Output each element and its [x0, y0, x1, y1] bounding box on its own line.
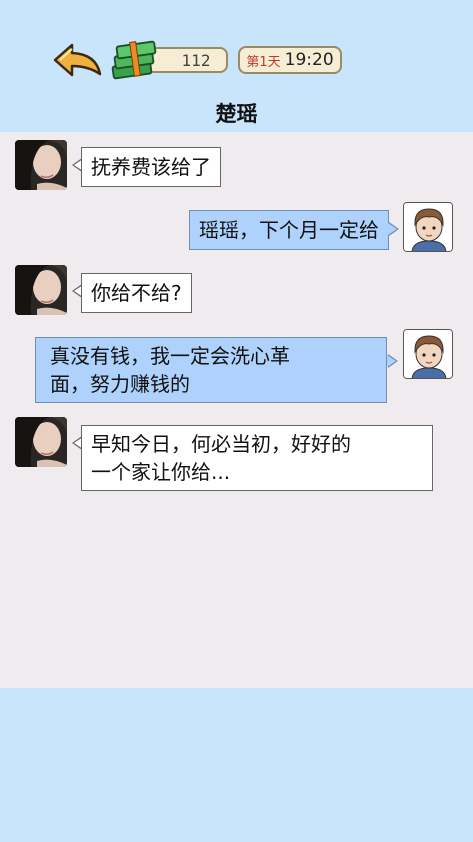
money-count: 112	[181, 51, 211, 70]
message-bubble-me: 瑶瑶，下个月一定给	[189, 210, 389, 250]
message-bubble-contact: 你给不给?	[81, 273, 192, 313]
message-bubble-contact: 早知今日，何必当初，好好的 一个家让你给...	[81, 425, 433, 491]
message-bubble-me: 真没有钱，我一定会洗心革 面，努力赚钱的	[35, 337, 387, 403]
bubble-tail	[387, 354, 398, 368]
chat-area: 抚养费该给了 瑶瑶，下个月一定给 你给不给? 真没有钱，我一定会洗心革 面，努力…	[0, 132, 473, 688]
contact-avatar[interactable]	[15, 417, 67, 467]
player-avatar[interactable]	[403, 329, 453, 379]
player-avatar[interactable]	[403, 202, 453, 252]
contact-avatar[interactable]	[15, 265, 67, 315]
message-text-line: 一个家让你给...	[91, 460, 231, 484]
message-text: 你给不给?	[91, 281, 182, 305]
message-text-line: 面，努力赚钱的	[50, 372, 190, 396]
contact-avatar[interactable]	[15, 140, 67, 190]
bubble-tail	[388, 222, 399, 236]
cash-stack-icon	[110, 40, 160, 80]
day-clock-panel: 第1天 19:20	[238, 46, 342, 74]
bottom-panel	[0, 688, 473, 842]
top-bar: 112 第1天 19:20 楚瑶	[0, 0, 473, 132]
message-text: 抚养费该给了	[91, 155, 211, 179]
message-bubble-contact: 抚养费该给了	[81, 147, 221, 187]
day-label: 第1天	[246, 54, 281, 70]
clock-time: 19:20	[284, 50, 334, 70]
message-text-line: 真没有钱，我一定会洗心革	[50, 344, 290, 368]
back-button[interactable]	[52, 42, 104, 78]
contact-name-title: 楚瑶	[215, 102, 258, 126]
back-arrow-icon	[53, 43, 102, 77]
message-text: 瑶瑶，下个月一定给	[199, 218, 379, 242]
message-text-line: 早知今日，何必当初，好好的	[91, 432, 351, 456]
